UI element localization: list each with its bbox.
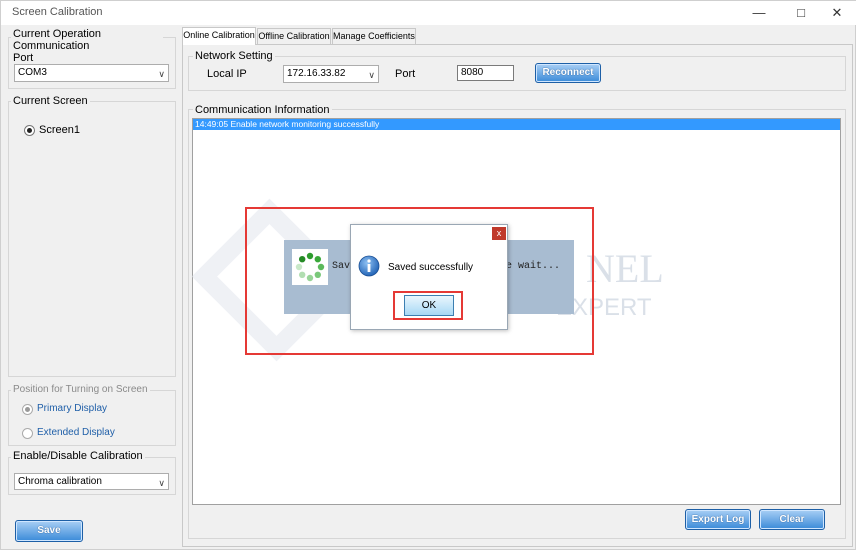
clear-button[interactable]: Clear bbox=[759, 509, 825, 530]
tab-manage-coefficients[interactable]: Manage Coefficients bbox=[332, 28, 416, 44]
annotation-highlight-box bbox=[245, 207, 594, 355]
minimize-icon[interactable]: — bbox=[745, 3, 773, 23]
watermark-text-1: NEL bbox=[586, 246, 664, 291]
current-screen-group bbox=[8, 101, 176, 377]
save-button[interactable]: Save bbox=[15, 520, 83, 542]
screen-calibration-window: Screen Calibration — □ ✕ Current Operati… bbox=[0, 0, 856, 550]
current-screen-label: Current Screen bbox=[11, 95, 90, 107]
calibration-group-label: Enable/Disable Calibration bbox=[11, 450, 145, 462]
port-label: Port bbox=[395, 68, 416, 80]
title-bar: Screen Calibration — □ ✕ bbox=[1, 1, 856, 25]
screen1-radio[interactable] bbox=[24, 125, 35, 136]
port-select[interactable]: COM3 ∨ bbox=[14, 64, 169, 82]
primary-display-label: Primary Display bbox=[37, 403, 108, 414]
communication-label: Communication Information bbox=[193, 104, 332, 116]
maximize-icon[interactable]: □ bbox=[787, 3, 815, 23]
local-ip-label: Local IP bbox=[207, 68, 247, 80]
screen1-label: Screen1 bbox=[39, 124, 80, 136]
reconnect-button[interactable]: Reconnect bbox=[535, 63, 601, 83]
tab-offline-calibration[interactable]: Offline Calibration bbox=[257, 28, 331, 44]
chevron-down-icon: ∨ bbox=[368, 70, 375, 80]
calibration-select[interactable]: Chroma calibration ∨ bbox=[14, 473, 169, 490]
network-setting-label: Network Setting bbox=[193, 50, 275, 62]
extended-display-label: Extended Display bbox=[37, 427, 115, 438]
local-ip-value: 172.16.33.82 bbox=[287, 68, 346, 79]
local-ip-select[interactable]: 172.16.33.82 ∨ bbox=[283, 65, 379, 83]
primary-display-radio[interactable] bbox=[22, 404, 33, 415]
position-group-label: Position for Turning on Screen bbox=[11, 384, 150, 395]
port-group-label: Current Operation Communication Port bbox=[11, 28, 163, 64]
chevron-down-icon: ∨ bbox=[158, 69, 165, 79]
extended-display-radio[interactable] bbox=[22, 428, 33, 439]
window-title: Screen Calibration bbox=[12, 6, 103, 18]
tab-online-calibration[interactable]: Online Calibration bbox=[182, 27, 256, 45]
export-log-button[interactable]: Export Log bbox=[685, 509, 751, 530]
calibration-select-value: Chroma calibration bbox=[18, 476, 102, 487]
close-icon[interactable]: ✕ bbox=[823, 3, 851, 23]
chevron-down-icon: ∨ bbox=[158, 478, 165, 488]
port-input[interactable]: 8080 bbox=[457, 65, 514, 81]
log-row[interactable]: 14:49:05 Enable network monitoring succe… bbox=[193, 119, 840, 130]
port-select-value: COM3 bbox=[18, 67, 47, 78]
